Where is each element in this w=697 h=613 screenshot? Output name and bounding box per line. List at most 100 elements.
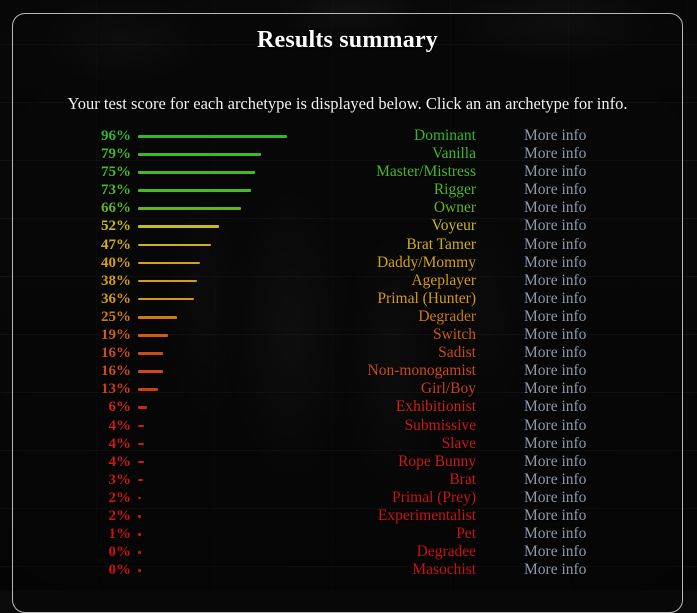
more-info-link[interactable]: More info [524, 435, 644, 453]
more-info-link[interactable]: More info [524, 290, 644, 308]
score-percent: 36% [101, 290, 131, 307]
score-percent: 0% [108, 562, 132, 579]
more-info-link[interactable]: More info [524, 308, 644, 326]
more-info-link[interactable]: More info [524, 380, 644, 398]
archetype-label[interactable]: Vanilla [193, 145, 476, 163]
archetype-label[interactable]: Primal (Prey) [193, 489, 476, 507]
panel-subtitle: Your test score for each archetype is di… [67, 94, 628, 113]
archetype-label[interactable]: Slave [193, 435, 476, 453]
archetype-label[interactable]: Masochist [193, 561, 476, 579]
more-info-link[interactable]: More info [524, 254, 644, 272]
score-percent: 52% [101, 218, 131, 235]
archetype-label[interactable]: Experimentalist [193, 507, 476, 525]
score-percent: 2% [108, 507, 132, 524]
archetype-label[interactable]: Brat Tamer [193, 236, 476, 254]
more-info-link[interactable]: More info [524, 145, 644, 163]
archetype-label[interactable]: Girl/Boy [193, 380, 476, 398]
archetype-label[interactable]: Degradee [193, 543, 476, 561]
more-info-link[interactable]: More info [524, 489, 644, 507]
score-bar-fill [138, 460, 145, 464]
score-percent: 6% [108, 399, 132, 416]
score-bar-fill [138, 496, 142, 500]
more-info-link[interactable]: More info [524, 471, 644, 489]
result-row: 2% Primal (Prey) More info [13, 489, 682, 507]
more-info-link[interactable]: More info [524, 417, 644, 435]
result-row: 66% Owner More info [13, 199, 682, 217]
score-percent: 4% [108, 435, 132, 452]
score-percent: 40% [101, 254, 131, 271]
score-percent: 25% [101, 308, 131, 325]
score-bar-fill [138, 370, 163, 373]
score-percent: 79% [101, 146, 131, 163]
more-info-link[interactable]: More info [524, 398, 644, 416]
archetype-label[interactable]: Ageplayer [193, 272, 476, 290]
archetype-label[interactable]: Degrader [193, 308, 476, 326]
more-info-link[interactable]: More info [524, 525, 644, 543]
more-info-link[interactable]: More info [524, 272, 644, 290]
more-info-link[interactable]: More info [524, 561, 644, 579]
archetype-label[interactable]: Submissive [193, 417, 476, 435]
more-info-link[interactable]: More info [524, 163, 644, 181]
result-row: 40% Daddy/Mommy More info [13, 254, 682, 272]
more-info-link[interactable]: More info [524, 453, 644, 471]
archetype-label[interactable]: Master/Mistress [193, 163, 476, 181]
more-info-link[interactable]: More info [524, 127, 644, 145]
result-row: 36% Primal (Hunter) More info [13, 290, 682, 308]
score-percent: 19% [101, 327, 131, 344]
more-info-link[interactable]: More info [524, 543, 644, 561]
score-percent: 1% [108, 526, 132, 543]
more-info-link[interactable]: More info [524, 362, 644, 380]
score-bar-fill [138, 315, 177, 319]
results-panel: Results summary Your test score for each… [12, 13, 683, 613]
score-bar-fill [138, 551, 141, 554]
more-info-link[interactable]: More info [524, 217, 644, 235]
score-percent: 96% [101, 128, 131, 144]
archetype-label[interactable]: Daddy/Mommy [193, 254, 476, 272]
score-bar-fill [138, 442, 145, 446]
score-bar-fill [138, 279, 197, 283]
result-row: 96% Dominant More info [13, 127, 682, 145]
more-info-link[interactable]: More info [524, 344, 644, 362]
score-bar-fill [138, 478, 143, 482]
archetype-label[interactable]: Pet [193, 525, 476, 543]
archetype-label[interactable]: Brat [193, 471, 476, 489]
archetype-label[interactable]: Primal (Hunter) [193, 290, 476, 308]
result-row: 4% Slave More info [13, 435, 682, 453]
more-info-link[interactable]: More info [524, 326, 644, 344]
score-percent: 75% [101, 164, 131, 181]
score-percent: 73% [101, 182, 131, 199]
result-row: 19% Switch More info [13, 326, 682, 344]
more-info-link[interactable]: More info [524, 199, 644, 217]
result-row: 16% Sadist More info [13, 344, 682, 362]
score-bar-fill [138, 297, 194, 301]
results-list: 96% Dominant More info 79% Vanilla More info 7… [13, 127, 682, 579]
archetype-label[interactable]: Voyeur [193, 217, 477, 235]
archetype-label[interactable]: Dominant [193, 127, 476, 145]
score-bar-fill [138, 334, 168, 337]
score-percent: 47% [101, 236, 131, 253]
score-percent: 3% [108, 471, 132, 488]
archetype-label[interactable]: Rope Bunny [193, 453, 476, 471]
archetype-label[interactable]: Exhibitionist [193, 398, 476, 416]
score-percent: 2% [108, 489, 132, 506]
more-info-link[interactable]: More info [524, 507, 644, 525]
archetype-label[interactable]: Sadist [193, 344, 476, 362]
archetype-label[interactable]: Owner [193, 199, 476, 217]
score-percent: 16% [101, 345, 131, 362]
archetype-label[interactable]: Rigger [193, 181, 476, 199]
score-bar-fill [138, 514, 142, 518]
score-bar-fill [138, 424, 145, 428]
page-title: Results summary [257, 27, 438, 53]
archetype-label[interactable]: Switch [193, 326, 476, 344]
more-info-link[interactable]: More info [524, 181, 644, 199]
score-bar-fill [138, 569, 141, 572]
more-info-link[interactable]: More info [524, 236, 644, 254]
score-percent: 13% [101, 381, 131, 398]
archetype-label[interactable]: Non-monogamist [193, 362, 477, 380]
score-percent: 66% [101, 200, 131, 217]
result-row: 0% Masochist More info [13, 561, 682, 579]
score-bar-fill [138, 352, 163, 355]
score-bar-fill [138, 533, 141, 536]
result-row: 1% Pet More info [13, 525, 682, 543]
score-percent: 0% [108, 544, 132, 561]
